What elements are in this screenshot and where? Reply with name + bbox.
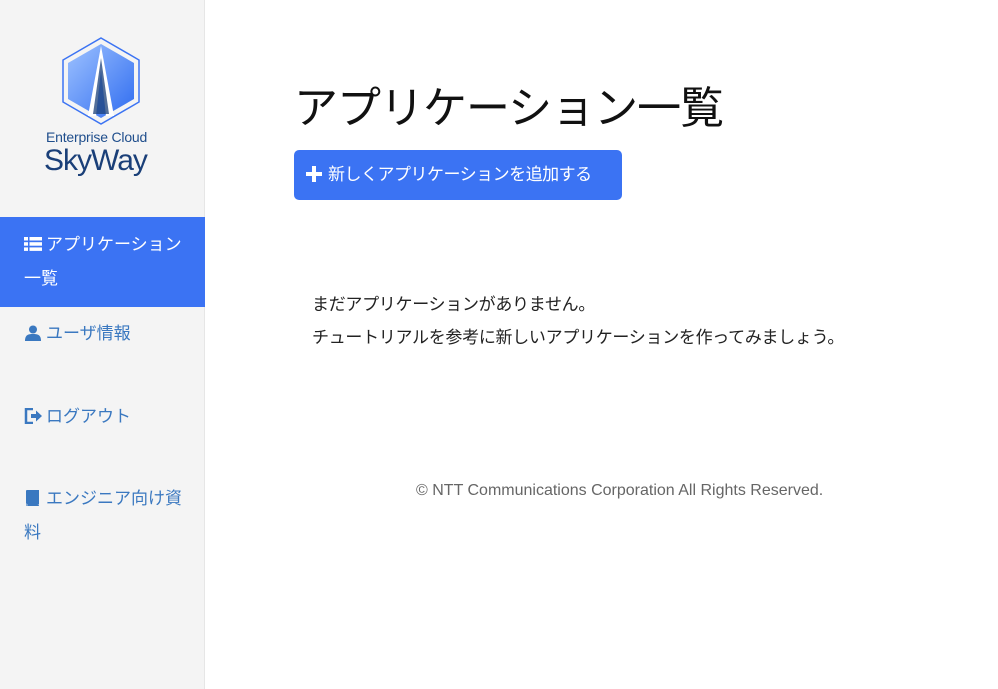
footer-copyright: © NTT Communications Corporation All Rig… bbox=[416, 482, 824, 499]
sidebar-item-logout[interactable]: ログアウト bbox=[0, 400, 205, 434]
logo-subtitle: Enterprise Cloud bbox=[46, 129, 148, 145]
add-application-button[interactable]: 新しくアプリケーションを追加する bbox=[294, 150, 622, 200]
sidebar-item-label: アプリケーション一覧 bbox=[24, 235, 182, 289]
skyway-hexagon-icon bbox=[62, 37, 140, 125]
empty-state-line-1: まだアプリケーションがありません。 bbox=[312, 295, 596, 315]
skyway-logo[interactable]: Enterprise Cloud SkyWay bbox=[42, 36, 162, 186]
list-icon bbox=[24, 237, 42, 251]
sidebar-item-engineer-docs[interactable]: エンジニア向け資料 bbox=[0, 482, 205, 550]
sign-out-icon bbox=[24, 408, 42, 424]
add-application-button-label: 新しくアプリケーションを追加する bbox=[328, 165, 592, 185]
sidebar-item-label: エンジニア向け資料 bbox=[24, 489, 182, 543]
plus-icon bbox=[306, 166, 322, 182]
sidebar-item-applications[interactable]: アプリケーション一覧 bbox=[0, 217, 205, 307]
sidebar: Enterprise Cloud SkyWay アプリケーション一覧 ユーザ情報… bbox=[0, 0, 205, 689]
book-icon bbox=[26, 490, 39, 506]
empty-state-message: まだアプリケーションがありません。 チュートリアルを参考に新しいアプリケーション… bbox=[312, 289, 844, 355]
user-icon bbox=[25, 325, 41, 341]
sidebar-item-label: ユーザ情報 bbox=[46, 324, 131, 344]
empty-state-line-2: チュートリアルを参考に新しいアプリケーションを作ってみましょう。 bbox=[312, 328, 845, 348]
sidebar-item-user-info[interactable]: ユーザ情報 bbox=[0, 317, 205, 351]
logo-title: SkyWay bbox=[44, 144, 148, 177]
sidebar-item-label: ログアウト bbox=[46, 407, 131, 427]
page-title: アプリケーション一覧 bbox=[294, 83, 724, 134]
